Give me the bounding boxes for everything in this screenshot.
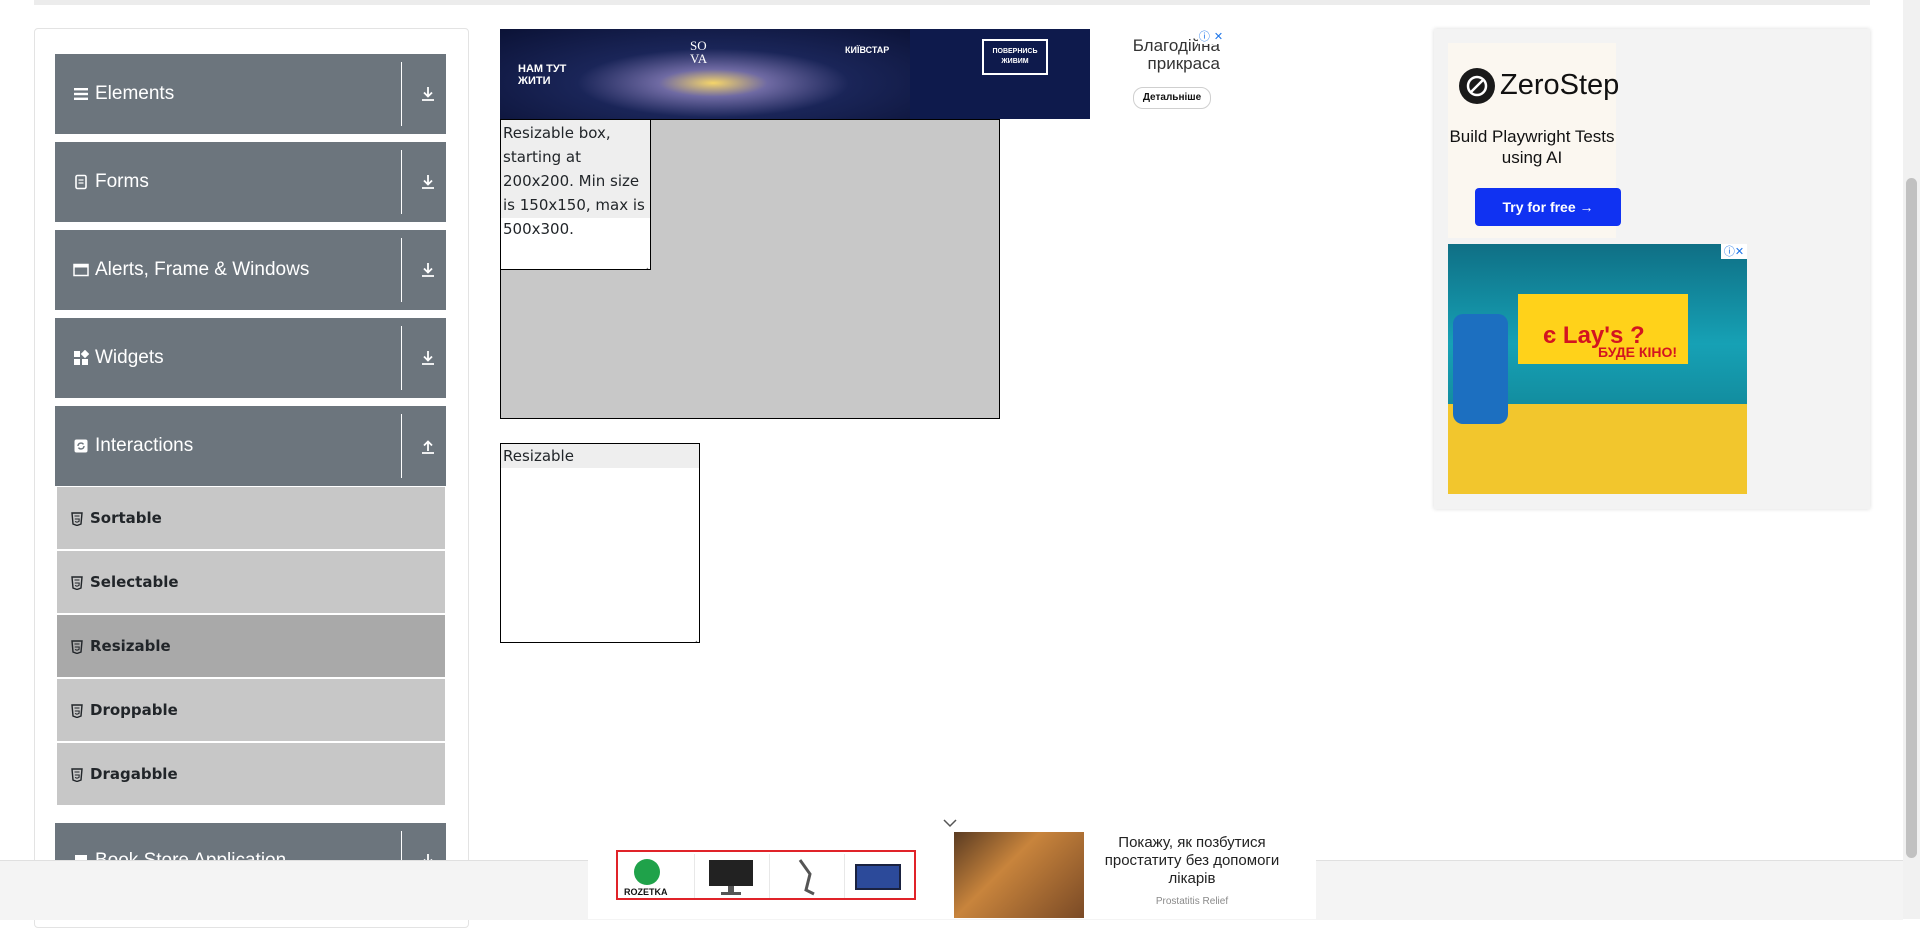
divider: [401, 150, 402, 214]
rozetka-ad[interactable]: ROZETKA: [616, 850, 916, 900]
html5-icon: [71, 703, 83, 719]
rozetka-logo-cell: ROZETKA: [620, 854, 695, 898]
window-icon: [73, 262, 89, 278]
ad-choices-icon[interactable]: ⓘ✕: [1198, 29, 1228, 44]
top-strip: [34, 0, 1870, 5]
html5-icon: [71, 511, 83, 527]
html5-icon: [71, 767, 83, 783]
group-header-elements[interactable]: Elements: [55, 54, 446, 134]
lays-subline: БУДЕ КІНО!: [1598, 344, 1678, 360]
product-image[interactable]: [695, 854, 770, 898]
menu-item-label: Sortable: [90, 509, 162, 527]
menu-item-resizable[interactable]: Resizable: [57, 615, 445, 677]
scrollbar[interactable]: [1903, 0, 1920, 919]
rozetka-label: ROZETKA: [624, 887, 668, 897]
divider: [401, 414, 402, 478]
resizable-box-free[interactable]: Resizable: [500, 443, 700, 643]
group-header-widgets[interactable]: Widgets: [55, 318, 446, 398]
group-label-interactions: Interactions: [95, 435, 194, 456]
ad-image: [1453, 314, 1508, 424]
zerostep-name: ZeroStep: [1500, 69, 1620, 101]
html5-icon: [71, 639, 83, 655]
chevron-down-icon[interactable]: [942, 814, 958, 828]
promo-text[interactable]: Покажу, як позбутися простатиту без допо…: [1086, 834, 1298, 888]
list-icon: [73, 86, 89, 102]
promo-image[interactable]: [954, 832, 1084, 918]
group-header-alerts[interactable]: Alerts, Frame & Windows: [55, 230, 446, 310]
resizable-box-constrained[interactable]: Resizable box, starting at 200x200. Min …: [500, 119, 651, 270]
html5-icon: [71, 575, 83, 591]
menu-item-label: Dragabble: [90, 765, 178, 783]
group-label-widgets: Widgets: [95, 347, 164, 368]
resizable-box-text: Resizable box, starting at 200x200. Min …: [501, 120, 650, 238]
widgets-icon: [73, 349, 90, 366]
upload-arrow-icon[interactable]: [419, 437, 437, 455]
menu-item-selectable[interactable]: Selectable: [57, 551, 445, 613]
resize-handle-icon[interactable]: [690, 633, 698, 642]
ad-brand-label: НАМ ТУТ ЖИТИ: [518, 63, 567, 87]
group-header-interactions[interactable]: Interactions: [55, 406, 446, 486]
download-arrow-icon[interactable]: [419, 349, 437, 367]
divider: [401, 62, 402, 126]
menu-item-droppable[interactable]: Droppable: [57, 679, 445, 741]
interactions-icon: [73, 438, 89, 454]
menu-item-dragabble[interactable]: Dragabble: [57, 743, 445, 805]
promo-source: Prostatitis Relief: [1155, 896, 1229, 907]
resize-handle-icon[interactable]: [641, 260, 649, 269]
group-label-forms: Forms: [95, 171, 149, 192]
product-image[interactable]: [845, 854, 919, 898]
resizable-box-text: Resizable: [501, 444, 699, 468]
download-arrow-icon[interactable]: [419, 85, 437, 103]
download-arrow-icon[interactable]: [419, 261, 437, 279]
ad-choices-icon[interactable]: ⓘ✕: [1721, 244, 1747, 259]
form-icon: [73, 174, 89, 190]
ad-cta-button[interactable]: Детальніше: [1133, 87, 1211, 109]
menu-item-sortable[interactable]: Sortable: [57, 487, 445, 549]
divider: [401, 326, 402, 390]
product-image[interactable]: [770, 854, 845, 898]
group-header-forms[interactable]: Forms: [55, 142, 446, 222]
divider: [401, 238, 402, 302]
ad-sova-label: SO VA: [690, 38, 708, 66]
menu-item-label: Resizable: [90, 637, 171, 655]
ad-badge: ПОВЕРНИСЬ ЖИВИМ: [982, 39, 1048, 75]
scrollbar-thumb[interactable]: [1906, 178, 1917, 858]
menu-item-label: Selectable: [90, 573, 179, 591]
rozetka-logo-icon: [634, 859, 660, 885]
zerostep-logo-icon: [1459, 68, 1495, 104]
ad-kyivstar-label: КИЇВСТАР: [845, 45, 890, 55]
zerostep-tagline: Build Playwright Tests using AI: [1449, 127, 1615, 167]
zerostep-ad[interactable]: ZeroStep Build Playwright Tests using AI…: [1448, 43, 1621, 238]
lays-ad[interactable]: є Lay's ? БУДЕ КІНО! ⓘ✕: [1448, 244, 1747, 494]
download-arrow-icon[interactable]: [419, 173, 437, 191]
zerostep-cta-button[interactable]: Try for free →: [1475, 188, 1621, 226]
top-banner-ad[interactable]: НАМ ТУТ ЖИТИ SO VA КИЇВСТАР ПОВЕРНИСЬ ЖИ…: [500, 29, 1228, 119]
menu-item-label: Droppable: [90, 701, 178, 719]
group-label-elements: Elements: [95, 83, 175, 104]
group-label-alerts: Alerts, Frame & Windows: [95, 259, 310, 280]
